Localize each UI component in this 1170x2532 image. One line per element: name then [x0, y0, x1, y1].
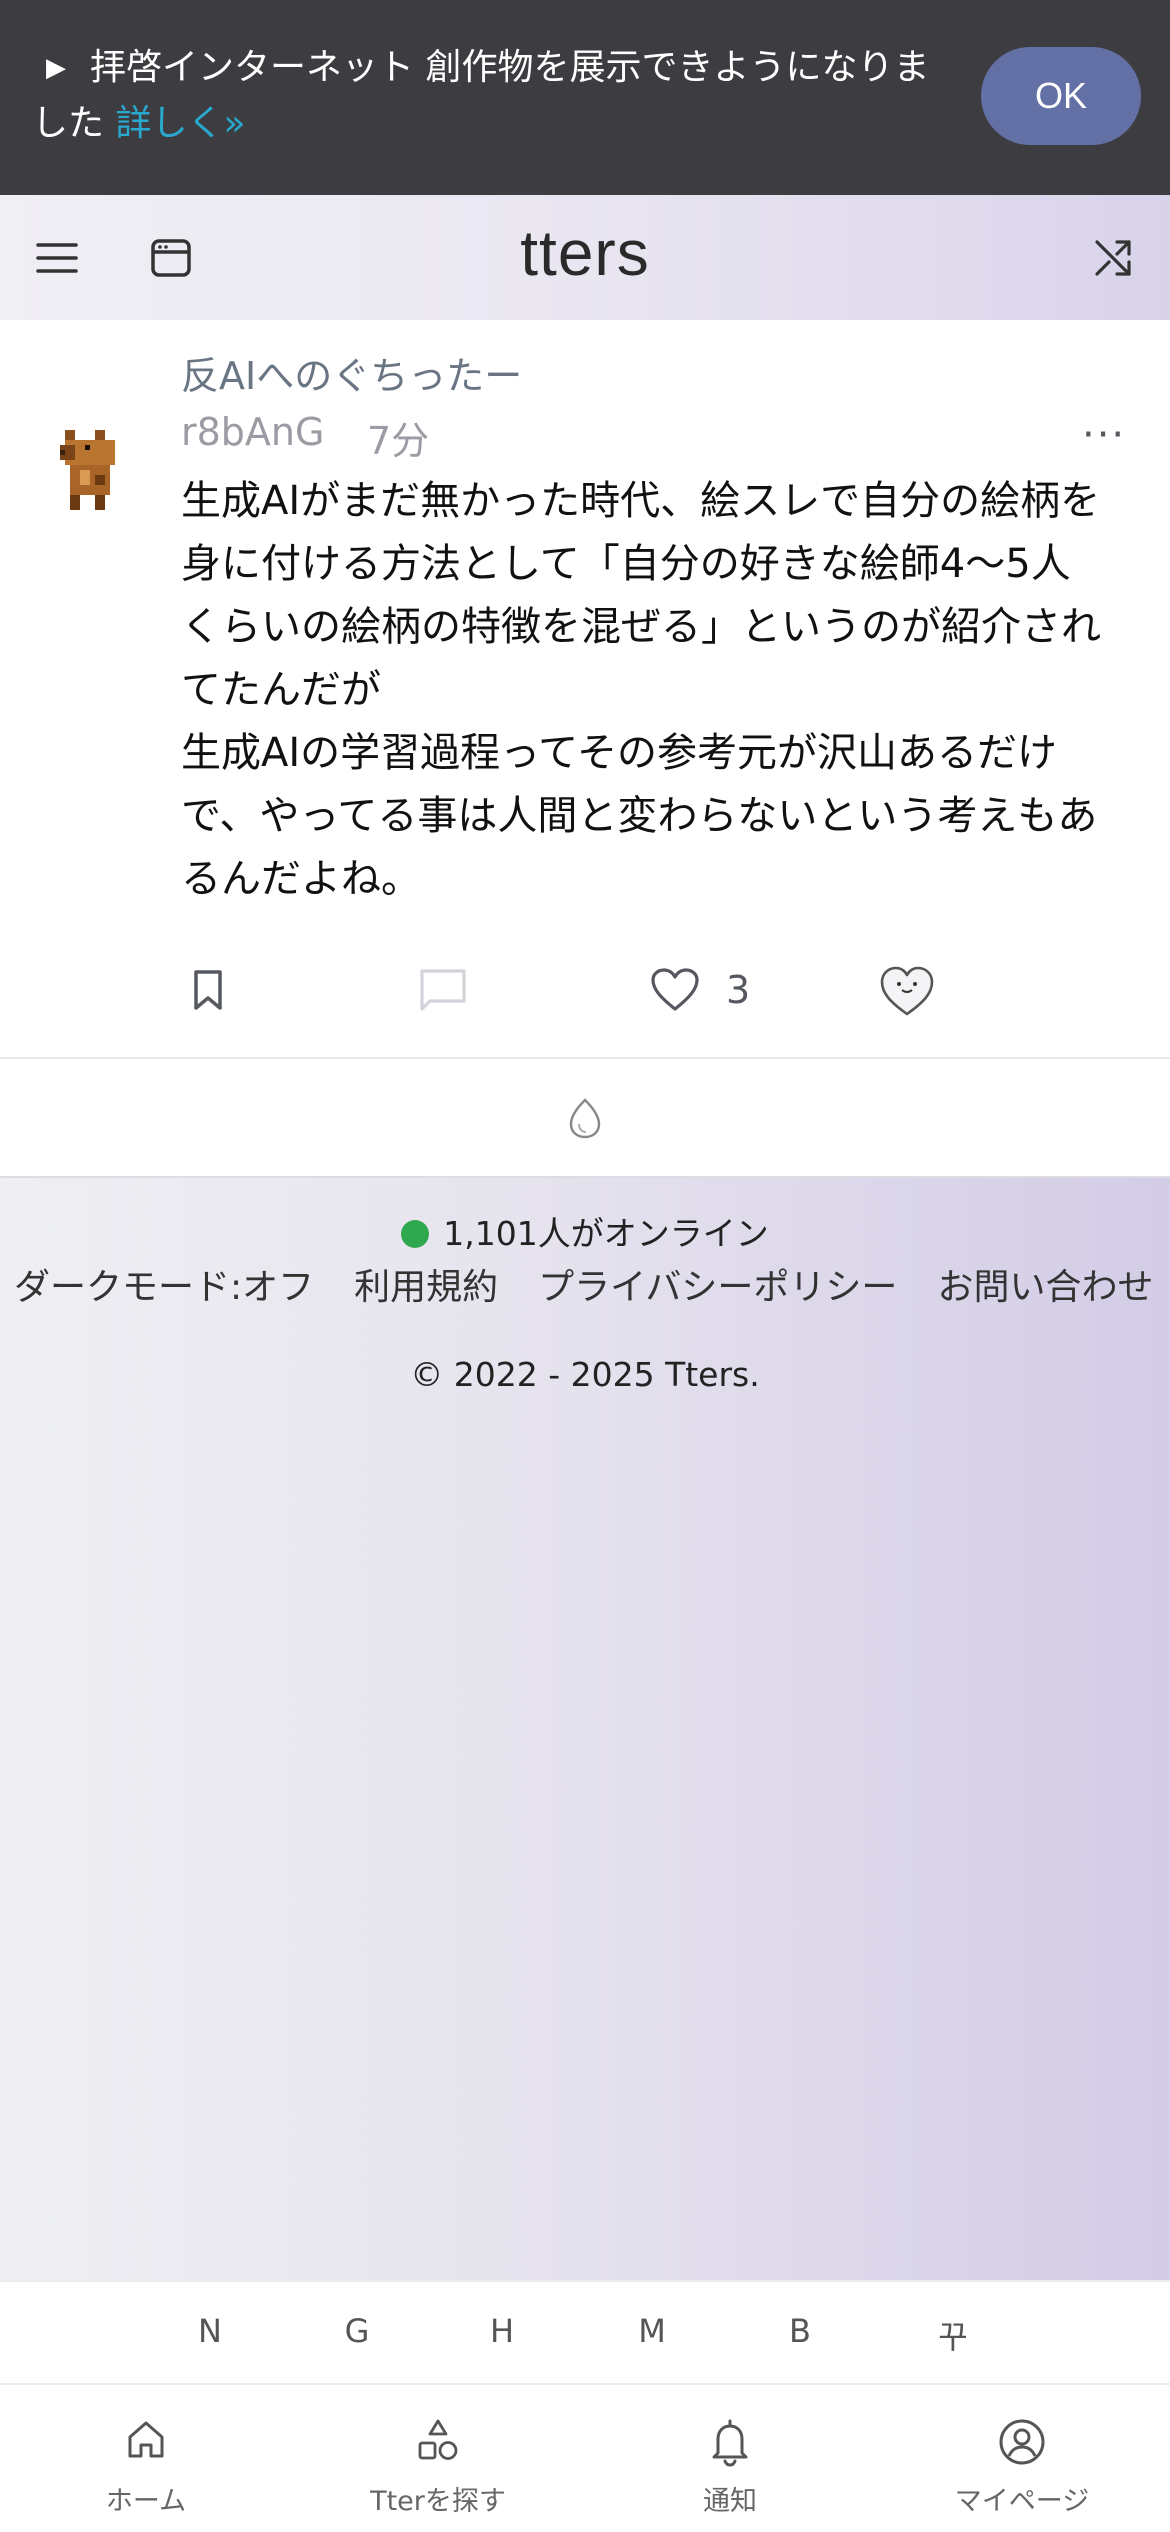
- banner-message: ▶ 拝啓インターネット 創作物を展示できようになりました 詳しく»: [32, 40, 932, 151]
- shortcut-n[interactable]: N: [180, 2312, 240, 2350]
- comment-button[interactable]: [418, 960, 468, 1020]
- privacy-link[interactable]: プライバシーポリシー: [538, 1267, 897, 1308]
- bottom-navigation: ホーム Tterを探す 通知 マイページ: [0, 2383, 1170, 2532]
- online-count: 1,101人がオンライン: [443, 1214, 769, 1253]
- ok-button[interactable]: OK: [981, 47, 1141, 145]
- nav-notifications[interactable]: 通知: [584, 2385, 876, 2532]
- shortcut-pin-icon[interactable]: 꾸: [923, 2312, 983, 2358]
- more-options-icon[interactable]: ···: [1082, 412, 1126, 458]
- reaction-button[interactable]: [878, 960, 936, 1020]
- online-dot-icon: [401, 1220, 430, 1248]
- heart-icon: [651, 968, 699, 1011]
- bookmark-icon: [194, 970, 222, 1010]
- post-author[interactable]: r8bAnG: [181, 410, 324, 454]
- post-timestamp: 7分: [367, 419, 430, 463]
- app-logo[interactable]: tters: [0, 216, 1170, 290]
- like-button[interactable]: 3: [650, 960, 750, 1020]
- user-circle-icon: [999, 2419, 1045, 2465]
- nav-mypage-label: マイページ: [954, 2486, 1090, 2517]
- egg-icon: [569, 1097, 601, 1138]
- home-icon: [128, 2421, 164, 2458]
- loader-divider: [0, 1176, 1170, 1178]
- load-more-area[interactable]: [0, 1059, 1170, 1176]
- banner-details-link[interactable]: 詳しく»: [115, 103, 245, 144]
- play-triangle-icon: ▶: [46, 53, 66, 83]
- bell-icon: [712, 2419, 748, 2467]
- heart-face-icon: [880, 966, 934, 1016]
- shortcut-m[interactable]: M: [622, 2312, 682, 2350]
- nav-notifications-label: 通知: [703, 2486, 757, 2517]
- online-status: 1,101人がオンライン: [0, 1207, 1170, 1255]
- comment-icon: [420, 969, 466, 1011]
- footer-links: ダークモード:オフ 利用規約 プライバシーポリシー お問い合わせ: [14, 1258, 1153, 1310]
- nav-home-label: ホーム: [105, 2486, 187, 2517]
- shortcut-g[interactable]: G: [327, 2312, 387, 2350]
- dark-mode-toggle[interactable]: ダークモード:オフ: [14, 1267, 314, 1308]
- avatar[interactable]: [60, 430, 120, 510]
- post-community-name[interactable]: 反AIへのぐちったー: [181, 345, 522, 400]
- nav-mypage[interactable]: マイページ: [876, 2385, 1168, 2532]
- nav-home[interactable]: ホーム: [0, 2385, 292, 2532]
- shortcut-b[interactable]: B: [770, 2312, 830, 2350]
- bookmark-button[interactable]: [190, 960, 226, 1020]
- nav-find-tter[interactable]: Tterを探す: [292, 2385, 584, 2532]
- copyright: © 2022 - 2025 Tters.: [410, 1355, 760, 1394]
- like-count: 3: [726, 968, 751, 1012]
- shapes-icon: [418, 2419, 458, 2460]
- contact-link[interactable]: お問い合わせ: [937, 1267, 1153, 1308]
- terms-link[interactable]: 利用規約: [354, 1267, 498, 1308]
- post-body: 生成AIがまだ無かった時代、絵スレで自分の絵柄を身に付ける方法として「自分の好き…: [181, 478, 1101, 902]
- nav-find-label: Tterを探す: [370, 2486, 506, 2517]
- announcement-banner: ▶ 拝啓インターネット 創作物を展示できようになりました 詳しく» OK: [0, 0, 1170, 195]
- shortcut-bar: N G H M B 꾸: [0, 2280, 1170, 2383]
- shortcut-h[interactable]: H: [472, 2312, 532, 2350]
